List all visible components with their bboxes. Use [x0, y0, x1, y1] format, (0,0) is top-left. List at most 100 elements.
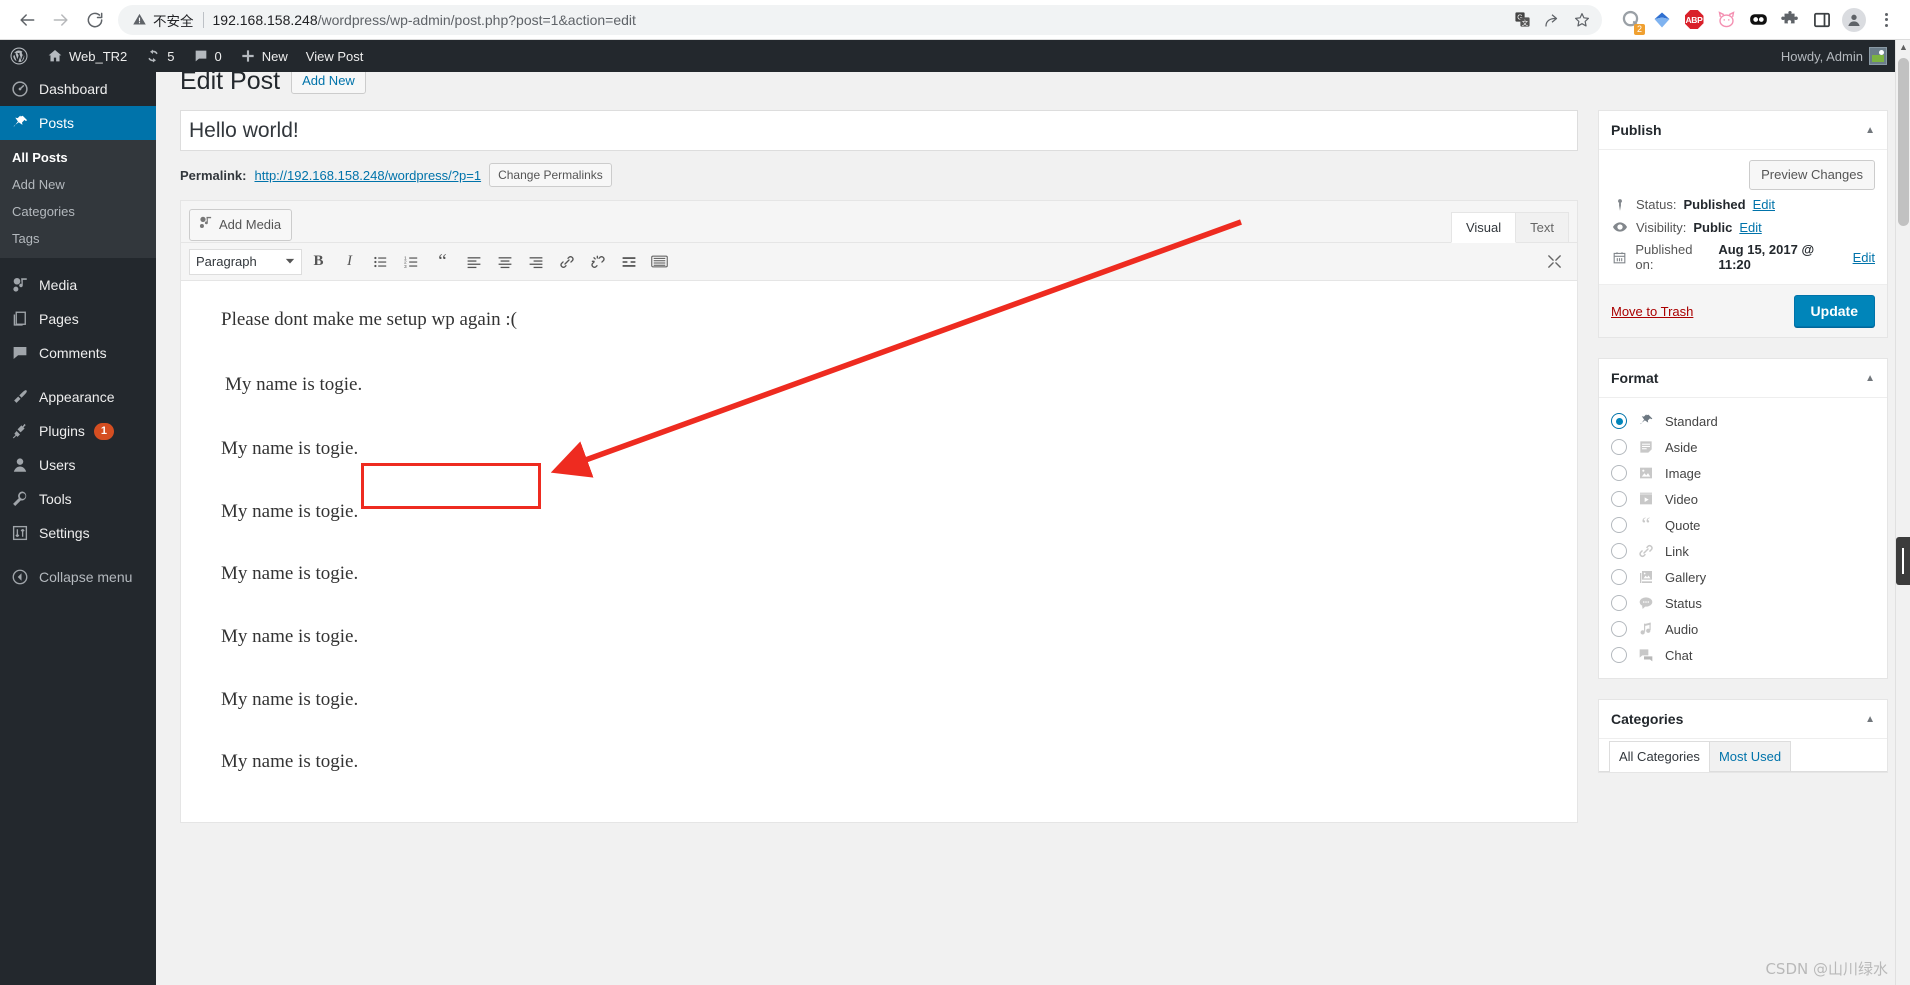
- format-option-standard[interactable]: Standard: [1611, 408, 1875, 434]
- content-paragraph[interactable]: My name is togie.: [221, 561, 1537, 588]
- status-edit-link[interactable]: Edit: [1753, 197, 1775, 212]
- paragraph-format-select[interactable]: Paragraph: [189, 248, 302, 275]
- pink-cat-extension-icon[interactable]: [1712, 6, 1740, 34]
- content-paragraph[interactable]: My name is togie.: [221, 687, 1537, 714]
- sidebar-item-appearance[interactable]: Appearance: [0, 380, 156, 414]
- sidebar-item-comments[interactable]: Comments: [0, 336, 156, 370]
- comments-menu[interactable]: 0: [184, 40, 231, 72]
- radio-audio[interactable]: [1611, 621, 1627, 637]
- sidebar-item-add-new-post[interactable]: Add New: [0, 171, 156, 198]
- preview-changes-button[interactable]: Preview Changes: [1749, 160, 1875, 190]
- toggle-up-icon[interactable]: ▲: [1865, 373, 1875, 384]
- radio-chat[interactable]: [1611, 647, 1627, 663]
- bulleted-list-icon[interactable]: [366, 248, 395, 276]
- toolbar-toggle-icon[interactable]: [645, 248, 674, 276]
- adblock-plus-icon[interactable]: ABP: [1680, 6, 1708, 34]
- side-panel-icon[interactable]: [1808, 6, 1836, 34]
- tab-most-used[interactable]: Most Used: [1708, 741, 1792, 771]
- address-bar[interactable]: 不安全 192.168.158.248/wordpress/wp-admin/p…: [118, 4, 1602, 35]
- sidebar-item-users[interactable]: Users: [0, 448, 156, 482]
- content-paragraph[interactable]: Please dont make me setup wp again :(: [221, 307, 1537, 334]
- radio-video[interactable]: [1611, 491, 1627, 507]
- post-content-editable[interactable]: Please dont make me setup wp again :( My…: [181, 281, 1577, 822]
- page-scrollbar[interactable]: ▲: [1895, 40, 1910, 985]
- page-scrollbar-thumb[interactable]: [1898, 58, 1909, 226]
- side-panel-handle[interactable]: [1896, 537, 1910, 585]
- my-account-menu[interactable]: Howdy, Admin: [1772, 40, 1910, 72]
- bookmark-star-icon[interactable]: [1568, 6, 1596, 34]
- radio-aside[interactable]: [1611, 439, 1627, 455]
- blockquote-icon[interactable]: “: [428, 248, 457, 276]
- radio-status[interactable]: [1611, 595, 1627, 611]
- add-media-button[interactable]: Add Media: [189, 209, 293, 241]
- annotated-line[interactable]: My name is togie.: [221, 370, 366, 401]
- updates-menu[interactable]: 5: [136, 40, 183, 72]
- scroll-up-arrow-icon[interactable]: ▲: [1899, 42, 1908, 52]
- black-eyes-extension-icon[interactable]: [1744, 6, 1772, 34]
- reload-icon[interactable]: [78, 3, 112, 37]
- align-right-icon[interactable]: [521, 248, 550, 276]
- post-title-input[interactable]: [180, 110, 1578, 151]
- view-post-link[interactable]: View Post: [297, 40, 373, 72]
- security-warning[interactable]: 不安全: [132, 10, 194, 30]
- radio-standard[interactable]: [1611, 413, 1627, 429]
- change-permalinks-button[interactable]: Change Permalinks: [489, 163, 612, 187]
- format-option-link[interactable]: Link: [1611, 538, 1875, 564]
- update-button[interactable]: Update: [1793, 295, 1875, 327]
- numbered-list-icon[interactable]: 123: [397, 248, 426, 276]
- chrome-menu-icon[interactable]: [1872, 6, 1900, 34]
- permalink-url[interactable]: http://192.168.158.248/wordpress/?p=1: [254, 168, 481, 183]
- toggle-up-icon[interactable]: ▲: [1865, 714, 1875, 725]
- puzzle-extensions-icon[interactable]: [1776, 6, 1804, 34]
- format-option-chat[interactable]: Chat: [1611, 642, 1875, 668]
- sidebar-item-categories[interactable]: Categories: [0, 198, 156, 225]
- wp-logo-menu[interactable]: [0, 40, 38, 72]
- unlink-icon[interactable]: [583, 248, 612, 276]
- blue-diamond-extension-icon[interactable]: [1648, 6, 1676, 34]
- tab-visual[interactable]: Visual: [1450, 212, 1517, 243]
- format-option-image[interactable]: Image: [1611, 460, 1875, 486]
- radio-image[interactable]: [1611, 465, 1627, 481]
- sidebar-item-tags[interactable]: Tags: [0, 225, 156, 252]
- q-extension-icon[interactable]: 2: [1616, 6, 1645, 35]
- italic-icon[interactable]: I: [335, 248, 364, 276]
- format-option-gallery[interactable]: Gallery: [1611, 564, 1875, 590]
- radio-link[interactable]: [1611, 543, 1627, 559]
- tab-text[interactable]: Text: [1515, 212, 1569, 242]
- radio-quote[interactable]: [1611, 517, 1627, 533]
- toggle-up-icon[interactable]: ▲: [1865, 125, 1875, 136]
- format-metabox-header[interactable]: Format ▲: [1599, 359, 1887, 398]
- sidebar-item-pages[interactable]: Pages: [0, 302, 156, 336]
- insert-read-more-icon[interactable]: [614, 248, 643, 276]
- sidebar-item-plugins[interactable]: Plugins 1: [0, 414, 156, 448]
- content-paragraph[interactable]: My name is togie.: [221, 370, 1537, 401]
- align-left-icon[interactable]: [459, 248, 488, 276]
- tab-all-categories[interactable]: All Categories: [1609, 741, 1710, 772]
- forward-arrow-icon[interactable]: [44, 3, 78, 37]
- sidebar-item-tools[interactable]: Tools: [0, 482, 156, 516]
- categories-metabox-header[interactable]: Categories ▲: [1599, 700, 1887, 739]
- format-option-quote[interactable]: “ Quote: [1611, 512, 1875, 538]
- share-icon[interactable]: [1538, 6, 1566, 34]
- url-text[interactable]: 192.168.158.248/wordpress/wp-admin/post.…: [213, 12, 1509, 28]
- sidebar-item-dashboard[interactable]: Dashboard: [0, 72, 156, 106]
- format-option-aside[interactable]: Aside: [1611, 434, 1875, 460]
- sidebar-item-posts[interactable]: Posts: [0, 106, 156, 140]
- new-content-menu[interactable]: New: [231, 40, 297, 72]
- visibility-edit-link[interactable]: Edit: [1739, 220, 1761, 235]
- publish-metabox-header[interactable]: Publish ▲: [1599, 111, 1887, 150]
- translate-icon[interactable]: G文: [1508, 6, 1536, 34]
- sidebar-item-media[interactable]: Media: [0, 268, 156, 302]
- published-on-edit-link[interactable]: Edit: [1853, 250, 1875, 265]
- content-paragraph[interactable]: My name is togie.: [221, 436, 1537, 463]
- content-paragraph[interactable]: My name is togie.: [221, 624, 1537, 651]
- align-center-icon[interactable]: [490, 248, 519, 276]
- radio-gallery[interactable]: [1611, 569, 1627, 585]
- bold-icon[interactable]: B: [304, 248, 333, 276]
- format-option-status[interactable]: Status: [1611, 590, 1875, 616]
- format-option-video[interactable]: Video: [1611, 486, 1875, 512]
- sidebar-item-settings[interactable]: Settings: [0, 516, 156, 550]
- howdy-item[interactable]: Howdy, Admin: [1772, 40, 1896, 72]
- insert-link-icon[interactable]: [552, 248, 581, 276]
- back-arrow-icon[interactable]: [10, 3, 44, 37]
